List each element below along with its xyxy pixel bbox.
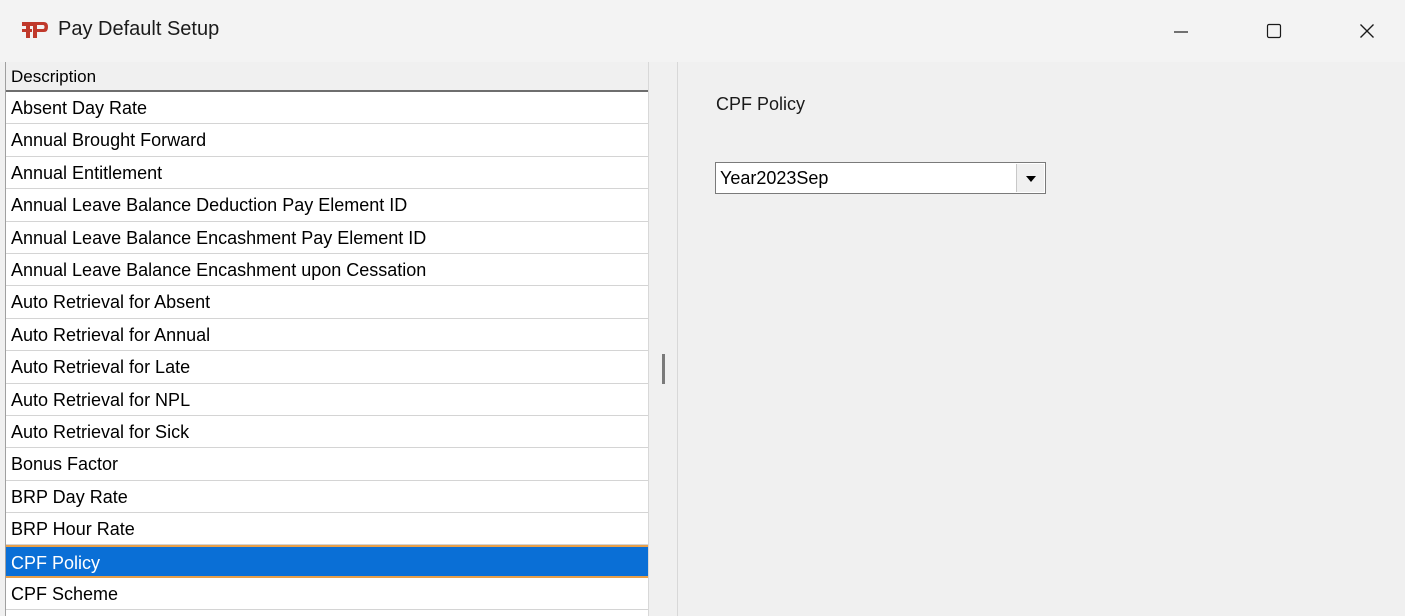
list-item[interactable]: Auto Retrieval for Annual [6, 319, 649, 352]
window-title: Pay Default Setup [58, 18, 220, 40]
list-item[interactable]: Absent Day Rate [6, 92, 649, 125]
list-item[interactable]: Bonus Factor [6, 448, 649, 481]
maximize-icon [1266, 23, 1282, 39]
list-item[interactable]: Annual Leave Balance Encashment Pay Elem… [6, 222, 649, 254]
list-item[interactable]: CPF Scheme [6, 578, 649, 611]
app-logo-icon [22, 20, 48, 40]
chevron-down-icon [1025, 169, 1036, 187]
detail-field-label: CPF Policy [716, 94, 806, 114]
maximize-button[interactable] [1243, 0, 1305, 62]
list-item[interactable]: Auto Retrieval for Late [6, 351, 649, 384]
description-list[interactable]: Description Absent Day Rate Annual Brough… [5, 62, 649, 616]
splitter[interactable] [648, 62, 678, 616]
close-button[interactable] [1336, 0, 1398, 62]
list-item[interactable]: BRP Hour Rate [6, 513, 649, 546]
close-icon [1359, 23, 1375, 39]
minimize-button[interactable] [1150, 0, 1212, 62]
title-bar: Pay Default Setup [0, 0, 1405, 62]
list-item[interactable]: Auto Retrieval for Sick [6, 416, 649, 449]
list-item[interactable]: Annual Leave Balance Deduction Pay Eleme… [6, 189, 649, 222]
list-item[interactable]: Annual Entitlement [6, 157, 649, 190]
dropdown-button[interactable] [1016, 164, 1044, 192]
list-item[interactable]: Auto Retrieval for Absent [6, 286, 649, 319]
list-item[interactable]: BRP Day Rate [6, 481, 649, 514]
list-rows: Absent Day Rate Annual Brought Forward Ann… [6, 92, 649, 611]
splitter-grip-icon[interactable] [662, 354, 665, 384]
column-header-description[interactable]: Description [6, 62, 649, 92]
list-item[interactable]: Annual Brought Forward [6, 124, 649, 157]
list-item[interactable]: CPF Policy [6, 545, 649, 578]
list-item[interactable]: Annual Leave Balance Encashment upon Ces… [6, 254, 649, 287]
minimize-icon [1173, 23, 1189, 39]
dropdown-value[interactable]: Year2023Sep [720, 163, 828, 193]
list-item[interactable]: Auto Retrieval for NPL [6, 384, 649, 416]
cpf-policy-dropdown[interactable]: Year2023Sep [715, 162, 1046, 194]
